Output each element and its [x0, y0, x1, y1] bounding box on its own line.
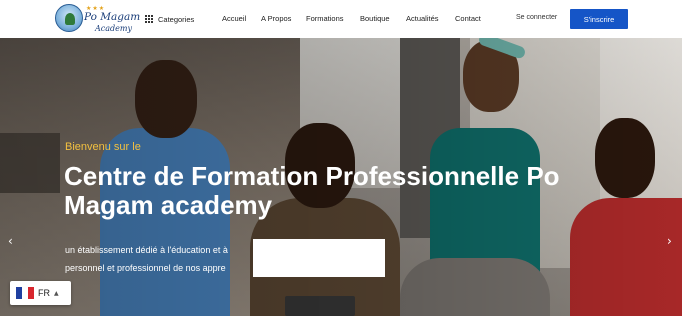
hero-overlay-box: [253, 239, 385, 277]
chevron-left-icon[interactable]: ‹: [8, 234, 13, 248]
nav-accueil[interactable]: Accueil: [222, 14, 246, 23]
categories-label: Categories: [158, 14, 195, 24]
nav-actualites[interactable]: Actualités: [406, 14, 439, 23]
nav-formations[interactable]: Formations: [306, 14, 344, 23]
hero-description-line2: personnel et professionnel de nos appre: [65, 263, 226, 273]
register-button[interactable]: S'inscrire: [570, 9, 628, 29]
language-selector[interactable]: FR ▲: [10, 281, 71, 305]
french-flag-icon: [16, 287, 34, 299]
nav-boutique[interactable]: Boutique: [360, 14, 390, 23]
hero-banner: Bienvenu sur le Centre de Formation Prof…: [0, 38, 682, 316]
language-code: FR: [38, 288, 50, 298]
nav-a-propos[interactable]: A Propos: [261, 14, 291, 23]
logo-name: Po Magam: [84, 11, 141, 23]
site-header: ★★★ Po Magam Academy Categories Accueil …: [0, 0, 682, 38]
caret-up-icon: ▲: [54, 289, 59, 297]
signin-link[interactable]: Se connecter: [516, 14, 557, 21]
hero-headline: Centre de Formation Professionnelle Po M…: [64, 161, 560, 220]
grid-icon: [145, 14, 154, 24]
categories-menu[interactable]: Categories: [145, 12, 194, 26]
hero-welcome: Bienvenu sur le: [65, 141, 141, 153]
logo-emblem: [55, 4, 83, 32]
site-logo[interactable]: ★★★ Po Magam Academy: [55, 4, 140, 36]
chevron-right-icon[interactable]: ›: [667, 234, 672, 248]
nav-contact[interactable]: Contact: [455, 14, 481, 23]
hero-description-line1: un établissement dédié à l'éducation et …: [65, 245, 228, 255]
logo-sub: Academy: [95, 24, 132, 33]
